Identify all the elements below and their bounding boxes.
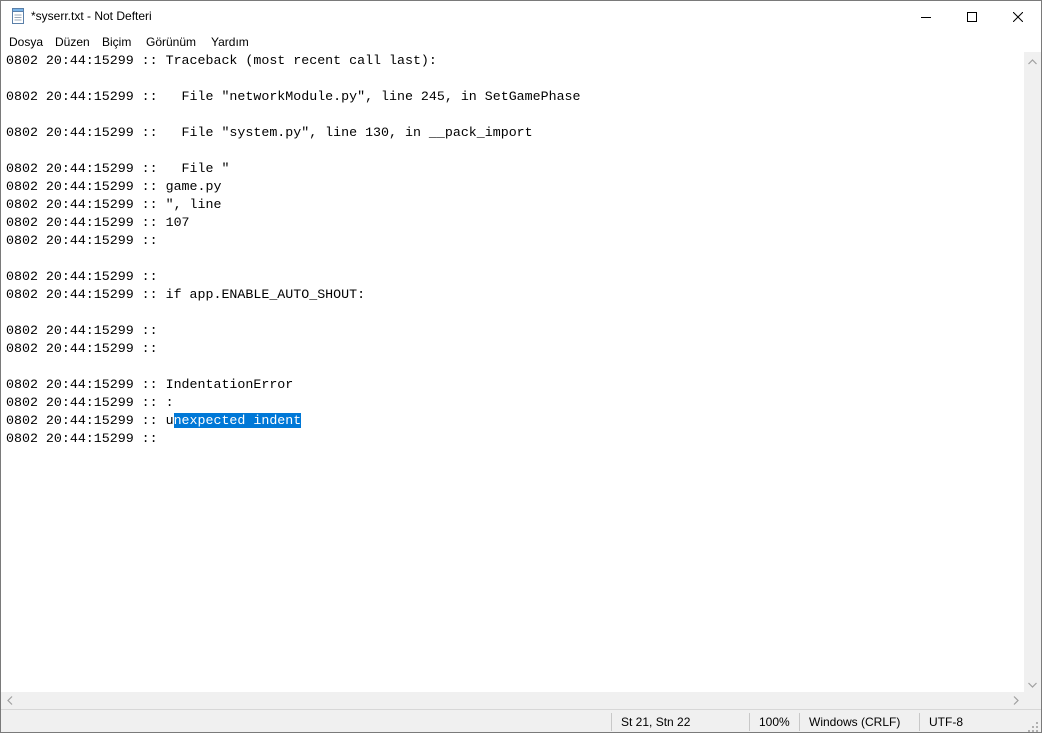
menu-file[interactable]: Dosya — [9, 35, 43, 49]
scroll-left-icon — [6, 692, 13, 710]
menu-bar: Dosya Düzen Biçim Görünüm Yardım — [1, 32, 1041, 52]
status-encoding: UTF-8 — [929, 715, 963, 729]
maximize-icon — [967, 11, 977, 22]
text-line: 0802 20:44:15299 :: — [6, 323, 158, 338]
text-line: 0802 20:44:15299 :: — [6, 431, 158, 446]
scroll-right-icon — [1013, 692, 1019, 710]
menu-help[interactable]: Yardım — [211, 35, 249, 49]
scrollbar-corner — [1024, 692, 1041, 709]
text-line: 0802 20:44:15299 :: — [6, 233, 158, 248]
text-line: 0802 20:44:15299 :: File " — [6, 161, 230, 176]
vertical-scrollbar[interactable] — [1024, 52, 1041, 692]
status-zoom: 100% — [759, 715, 790, 729]
scroll-right-button[interactable] — [1007, 692, 1024, 709]
close-icon — [1013, 11, 1023, 22]
text-line: 0802 20:44:15299 :: — [6, 341, 158, 356]
maximize-button[interactable] — [949, 1, 995, 32]
status-divider — [919, 713, 920, 731]
text-selection[interactable]: nexpected indent — [173, 413, 302, 428]
text-line: 0802 20:44:15299 :: File "networkModule.… — [6, 89, 581, 104]
scroll-down-icon — [1028, 675, 1037, 693]
text-line: 0802 20:44:15299 :: ", line — [6, 197, 222, 212]
status-divider — [611, 713, 612, 731]
horizontal-scrollbar[interactable] — [1, 692, 1024, 709]
menu-view[interactable]: Görünüm — [146, 35, 196, 49]
close-button[interactable] — [995, 1, 1041, 32]
text-line: 0802 20:44:15299 :: File "system.py", li… — [6, 125, 533, 140]
text-line: 0802 20:44:15299 :: if app.ENABLE_AUTO_S… — [6, 287, 366, 302]
text-before-selection: 0802 20:44:15299 :: u — [6, 413, 174, 428]
text-line: 0802 20:44:15299 :: : — [6, 395, 174, 410]
scroll-up-button[interactable] — [1024, 52, 1041, 69]
text-line: 0802 20:44:15299 :: Traceback (most rece… — [6, 53, 437, 68]
menu-format[interactable]: Biçim — [102, 35, 131, 49]
minimize-button[interactable] — [903, 1, 949, 32]
text-line: 0802 20:44:15299 :: 107 — [6, 215, 190, 230]
minimize-icon — [921, 12, 931, 22]
menu-edit[interactable]: Düzen — [55, 35, 90, 49]
scroll-down-button[interactable] — [1024, 675, 1041, 692]
text-editor[interactable]: 0802 20:44:15299 :: Traceback (most rece… — [1, 52, 1024, 692]
status-bar: St 21, Stn 22 100% Windows (CRLF) UTF-8 — [1, 709, 1041, 732]
text-line: 0802 20:44:15299 :: game.py — [6, 179, 222, 194]
window-title: *syserr.txt - Not Defteri — [31, 9, 152, 23]
notepad-window: *syserr.txt - Not Defteri Dosya Düzen Bi… — [0, 0, 1042, 733]
text-line: 0802 20:44:15299 :: IndentationError — [6, 377, 294, 392]
status-line-ending: Windows (CRLF) — [809, 715, 901, 729]
notepad-icon — [11, 8, 25, 24]
status-cursor-position: St 21, Stn 22 — [621, 715, 691, 729]
status-divider — [799, 713, 800, 731]
text-line: 0802 20:44:15299 :: — [6, 269, 158, 284]
scroll-left-button[interactable] — [1, 692, 18, 709]
text-line-selected: 0802 20:44:15299 :: unexpected indent — [6, 412, 302, 430]
scroll-up-icon — [1028, 52, 1037, 70]
resize-grip-icon[interactable] — [1027, 720, 1039, 732]
status-divider — [749, 713, 750, 731]
title-bar[interactable]: *syserr.txt - Not Defteri — [1, 1, 1041, 32]
